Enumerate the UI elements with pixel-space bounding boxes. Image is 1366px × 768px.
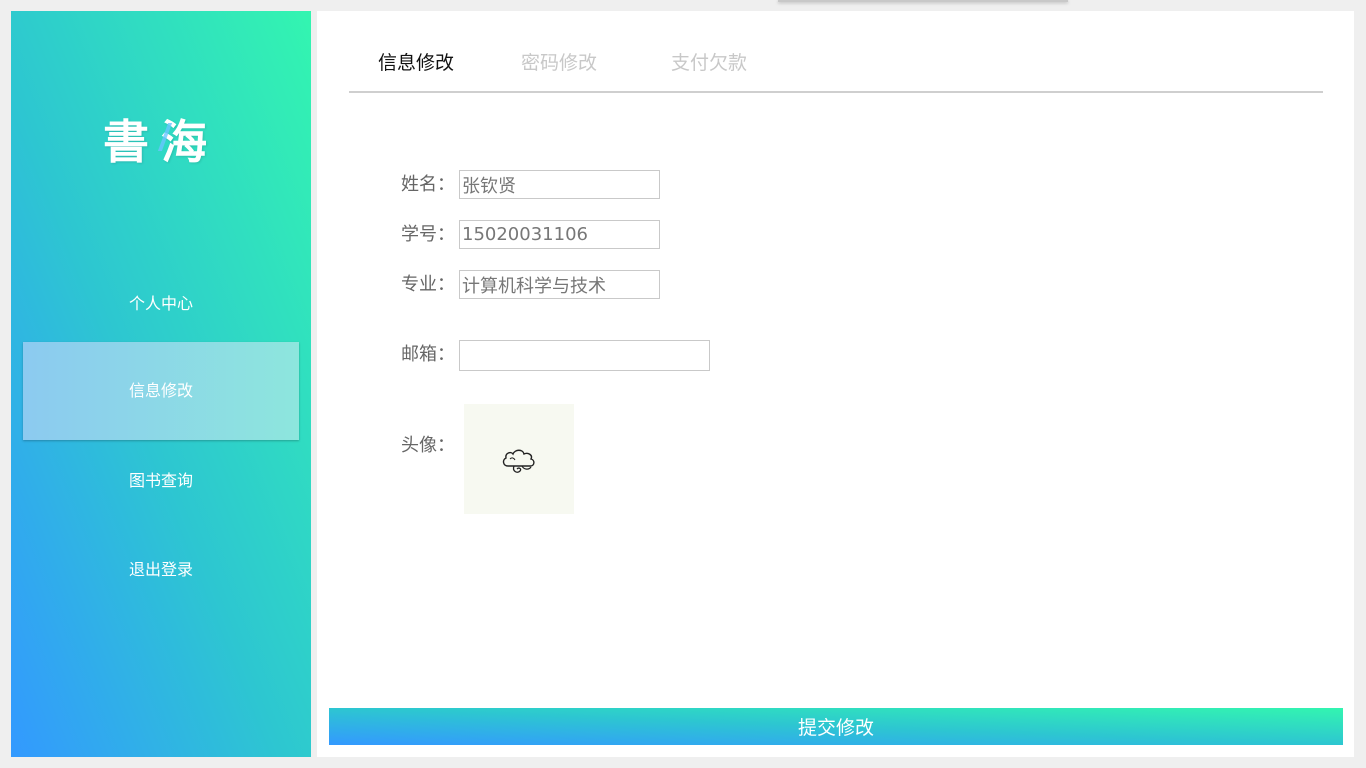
student-id-field[interactable] bbox=[459, 220, 660, 249]
sidebar-item-logout[interactable]: 退出登录 bbox=[23, 521, 299, 619]
student-id-label: 学号： bbox=[401, 224, 455, 245]
email-label: 邮箱： bbox=[401, 344, 455, 365]
logo-char-2: 海 bbox=[161, 115, 219, 169]
main-panel: 信息修改 密码修改 支付欠款 姓名： 学号： 专业： 邮箱： 头像： 提交修改 bbox=[317, 11, 1354, 757]
tab-change-password[interactable]: 密码修改 bbox=[521, 48, 597, 75]
sidebar-item-edit-info[interactable]: 信息修改 bbox=[23, 342, 299, 440]
name-field[interactable] bbox=[459, 170, 660, 199]
name-label: 姓名： bbox=[401, 174, 455, 195]
sidebar: 書海 个人中心 信息修改 图书查询 退出登录 bbox=[11, 11, 311, 757]
tab-bar: 信息修改 密码修改 支付欠款 bbox=[349, 31, 1323, 93]
sidebar-item-book-search[interactable]: 图书查询 bbox=[23, 432, 299, 530]
avatar-label: 头像： bbox=[401, 435, 455, 456]
major-field[interactable] bbox=[459, 270, 660, 299]
logo-char-1: 書 bbox=[103, 115, 161, 169]
sidebar-item-personal-center[interactable]: 个人中心 bbox=[23, 255, 299, 353]
submit-button[interactable]: 提交修改 bbox=[329, 708, 1343, 745]
avatar-upload[interactable] bbox=[464, 404, 574, 514]
logo: 書海 bbox=[11, 106, 311, 172]
top-popup-edge bbox=[778, 0, 1068, 2]
email-field[interactable] bbox=[459, 340, 710, 371]
cloud-icon bbox=[502, 449, 535, 473]
tab-pay-debt[interactable]: 支付欠款 bbox=[671, 48, 747, 75]
tab-edit-info[interactable]: 信息修改 bbox=[378, 48, 454, 75]
major-label: 专业： bbox=[401, 274, 455, 295]
